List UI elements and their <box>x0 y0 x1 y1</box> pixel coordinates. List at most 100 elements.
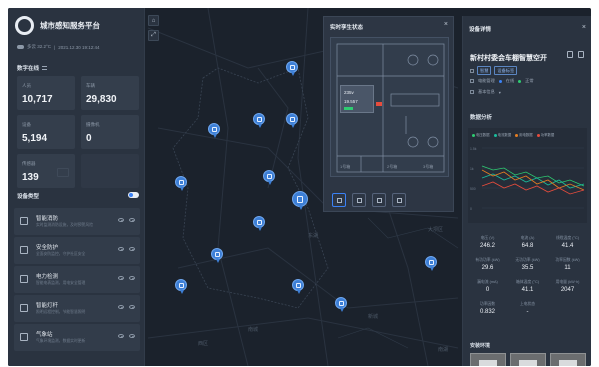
type-name: 智能灯杆 <box>36 303 59 309</box>
home-icon: ⌂ <box>151 17 156 24</box>
live-panel-title: 实时孪生状态 <box>330 25 364 31</box>
legend-item[interactable]: 电流数据 <box>493 132 511 137</box>
basic-info-label: 基本信息 <box>478 89 495 94</box>
device-icon <box>428 259 434 265</box>
device-marker[interactable] <box>208 123 220 138</box>
stat-value: 5,194 <box>22 133 48 144</box>
stats-title-text: 数字在线 <box>17 66 40 72</box>
device-icon <box>289 64 295 70</box>
bell-icon[interactable] <box>567 51 573 58</box>
stat-label: 人员 <box>22 83 31 88</box>
basic-info-row[interactable]: 基本信息 ▾ <box>470 89 501 95</box>
weather-text: 多云 32.2°C <box>27 44 52 49</box>
metric-item: 功率因数 0.832 <box>479 302 496 315</box>
device-type-item[interactable]: 智能消防 实时监测消防设施，及时预警风险 <box>14 208 140 235</box>
device-marker[interactable] <box>175 176 187 191</box>
stat-value: 29,830 <box>86 94 117 105</box>
device-icon <box>289 116 295 122</box>
eye-icon[interactable] <box>118 276 124 280</box>
device-marker[interactable] <box>263 170 275 185</box>
fullscreen-button[interactable]: ⤢ <box>148 30 159 41</box>
chart-lines: 1.5k 1k 500 0 <box>470 147 585 211</box>
view-list-button[interactable] <box>352 193 366 207</box>
device-marker[interactable] <box>253 216 265 231</box>
home-button[interactable]: ⌂ <box>148 15 159 26</box>
datetime-text: 2021.12.30 19:12:44 <box>58 44 100 50</box>
eye-icon[interactable] <box>129 334 135 338</box>
device-tags: 智慧 设备标签 <box>470 66 518 75</box>
normal-status: 正常 <box>525 78 534 83</box>
device-type-item[interactable]: 气象站 气象环境监测，数据实时更新 <box>14 324 140 351</box>
device-type-toggle[interactable] <box>128 192 139 198</box>
device-icon <box>178 179 184 185</box>
metric-item: 电流 (A) 64.8 <box>520 236 535 249</box>
stats-section-title: 数字在线 <box>17 64 48 72</box>
type-desc: 照明远程控制，节能智慧照明 <box>36 310 86 314</box>
legend-item[interactable]: 用电数据 <box>515 132 533 137</box>
device-marker[interactable] <box>253 113 265 128</box>
stat-card-cameras[interactable]: 摄像机 0 <box>81 115 139 149</box>
device-marker[interactable] <box>286 113 298 128</box>
device-type-item[interactable]: 安全防护 全面安防监控，守护社区安全 <box>14 237 140 264</box>
device-icon <box>295 282 301 288</box>
device-icon <box>178 282 184 288</box>
type-desc: 全面安防监控，守护社区安全 <box>36 252 86 256</box>
legend-item[interactable]: 电压数据 <box>472 132 490 137</box>
view-2d-button[interactable] <box>332 193 346 207</box>
room-label: 2号箱 <box>387 163 397 169</box>
eye-icon[interactable] <box>129 247 135 251</box>
device-detail-panel: 设备详情 × 新村村委会车棚智慧空开 智慧 设备标签 电能管理 在线 正常 基本… <box>462 16 591 366</box>
meter-readout[interactable]: 235v 19.557 <box>340 85 374 113</box>
device-marker[interactable] <box>175 279 187 294</box>
view-3d-button[interactable] <box>372 193 386 207</box>
device-marker[interactable] <box>335 297 347 312</box>
stat-card-sensors[interactable]: 传感器 139 <box>17 154 75 188</box>
close-live-panel-button[interactable]: × <box>444 21 448 28</box>
selected-device-marker[interactable] <box>292 191 308 210</box>
metric-item: 箱体温度 (°C) 41.1 <box>515 280 540 293</box>
eye-icon[interactable] <box>129 218 135 222</box>
eye-icon[interactable] <box>118 218 124 222</box>
stat-label: 车辆 <box>86 83 95 88</box>
close-detail-button[interactable]: × <box>582 24 586 31</box>
env-photo[interactable] <box>550 353 586 366</box>
map-label: 南城 <box>248 327 259 333</box>
device-marker[interactable] <box>292 279 304 294</box>
device-type-item[interactable]: 电力检测 智能电表监测，用电安全管理 <box>14 266 140 293</box>
device-marker[interactable] <box>425 256 437 271</box>
device-icon <box>297 195 303 203</box>
trend-chart[interactable]: 电压数据 电流数据 用电数据 功率数据 1.5k 1k 500 0 <box>468 128 587 223</box>
metric-item: 漏电流 (mA) 0 <box>477 280 498 293</box>
eye-icon[interactable] <box>129 276 135 280</box>
env-photo[interactable] <box>470 353 506 366</box>
eye-icon[interactable] <box>118 305 124 309</box>
eye-icon[interactable] <box>118 334 124 338</box>
eye-icon[interactable] <box>118 247 124 251</box>
device-icon <box>211 126 217 132</box>
legend-item[interactable]: 功率数据 <box>536 132 554 137</box>
stat-card-devices[interactable]: 设备 5,194 <box>17 115 75 149</box>
sensor-icon <box>57 168 69 177</box>
circuit-schematic: 1号箱 2号箱 3号箱 235v 19.557 <box>330 37 449 177</box>
lamp-icon <box>20 304 28 312</box>
filter-icon[interactable] <box>42 66 48 70</box>
online-dot <box>498 79 502 83</box>
left-panel: 城市感知服务平台 SENSE-CITY PLATFORM 多云 32.2°C |… <box>8 8 145 366</box>
env-photo[interactable] <box>510 353 546 366</box>
device-marker[interactable] <box>286 61 298 76</box>
type-desc: 气象环境监测，数据实时更新 <box>36 339 86 343</box>
device-icon <box>256 116 262 122</box>
expand-icon: ⤢ <box>151 32 156 38</box>
tag-icon <box>470 68 474 73</box>
view-layer-button[interactable] <box>392 193 406 207</box>
map-label: 西区 <box>198 341 209 347</box>
stat-card-people[interactable]: 人员 10,717 <box>17 76 75 110</box>
eye-icon[interactable] <box>129 305 135 309</box>
square-icon <box>336 197 342 203</box>
device-marker[interactable] <box>211 248 223 263</box>
document-icon[interactable] <box>578 51 584 58</box>
y-tick: 500 <box>470 187 476 191</box>
room-label: 3号箱 <box>423 163 433 169</box>
device-type-item[interactable]: 智能灯杆 照明远程控制，节能智慧照明 <box>14 295 140 322</box>
stat-card-vehicles[interactable]: 车辆 29,830 <box>81 76 139 110</box>
